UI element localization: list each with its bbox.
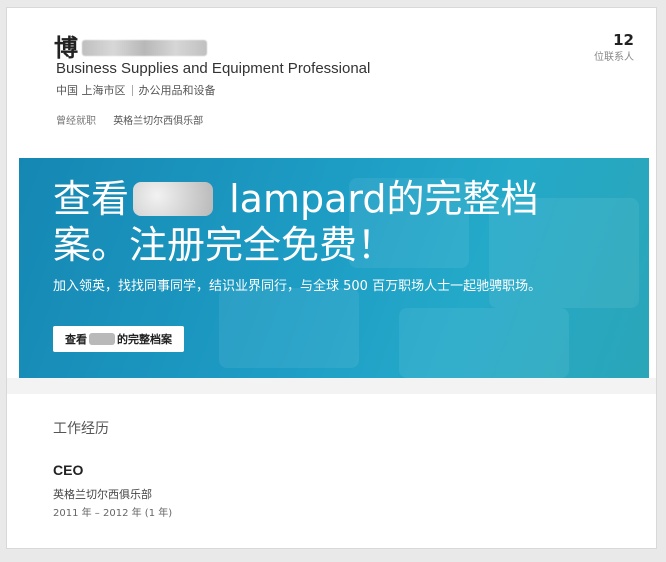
job-company-link[interactable]: 英格兰切尔西俱乐部	[53, 486, 152, 502]
connections-number: 12	[613, 31, 634, 49]
profile-headline: Business Supplies and Equipment Professi…	[56, 60, 371, 77]
previous-company-link[interactable]: 英格兰切尔西俱乐部	[113, 116, 203, 127]
job-title: CEO	[53, 462, 84, 478]
location-separator	[131, 84, 133, 96]
profile-name-row: 博	[54, 34, 207, 62]
blurred-name	[89, 333, 115, 345]
button-suffix: 的完整档案	[117, 333, 172, 346]
profile-location: 中国 上海市区 办公用品和设备	[56, 82, 216, 98]
location-text: 中国 上海市区	[56, 84, 126, 97]
button-prefix: 查看	[65, 333, 87, 346]
blurred-name	[133, 182, 214, 216]
previous-label: 曾经就职	[56, 116, 96, 127]
banner-subtitle: 加入领英，找找同事同学，结识业界同行，与全球 500 百万职场人士一起驰骋职场。	[53, 279, 542, 294]
banner-title-prefix: 查看	[53, 177, 130, 221]
connections-count: 12 位联系人	[594, 32, 634, 63]
profile-card: 博 Business Supplies and Equipment Profes…	[6, 7, 657, 549]
banner-title: 查看 lampard的完整档案。注册完全免费！	[53, 176, 613, 268]
blurred-name	[82, 40, 207, 56]
signup-banner: 查看 lampard的完整档案。注册完全免费！ 加入领英，找找同事同学，结识业界…	[19, 158, 649, 378]
job-dates: 2011 年 – 2012 年 (1 年)	[53, 508, 173, 519]
experience-section-title: 工作经历	[53, 421, 109, 437]
previous-positions: 曾经就职 英格兰切尔西俱乐部	[56, 112, 203, 127]
profile-name: 博	[54, 34, 78, 62]
connections-label: 位联系人	[594, 52, 634, 63]
section-divider	[7, 378, 656, 394]
profile-header: 博 Business Supplies and Equipment Profes…	[7, 8, 656, 158]
banner-decoration	[399, 308, 569, 378]
banner-decoration	[219, 288, 359, 368]
industry-text[interactable]: 办公用品和设备	[139, 82, 216, 98]
view-full-profile-button[interactable]: 查看 的完整档案	[53, 326, 184, 352]
